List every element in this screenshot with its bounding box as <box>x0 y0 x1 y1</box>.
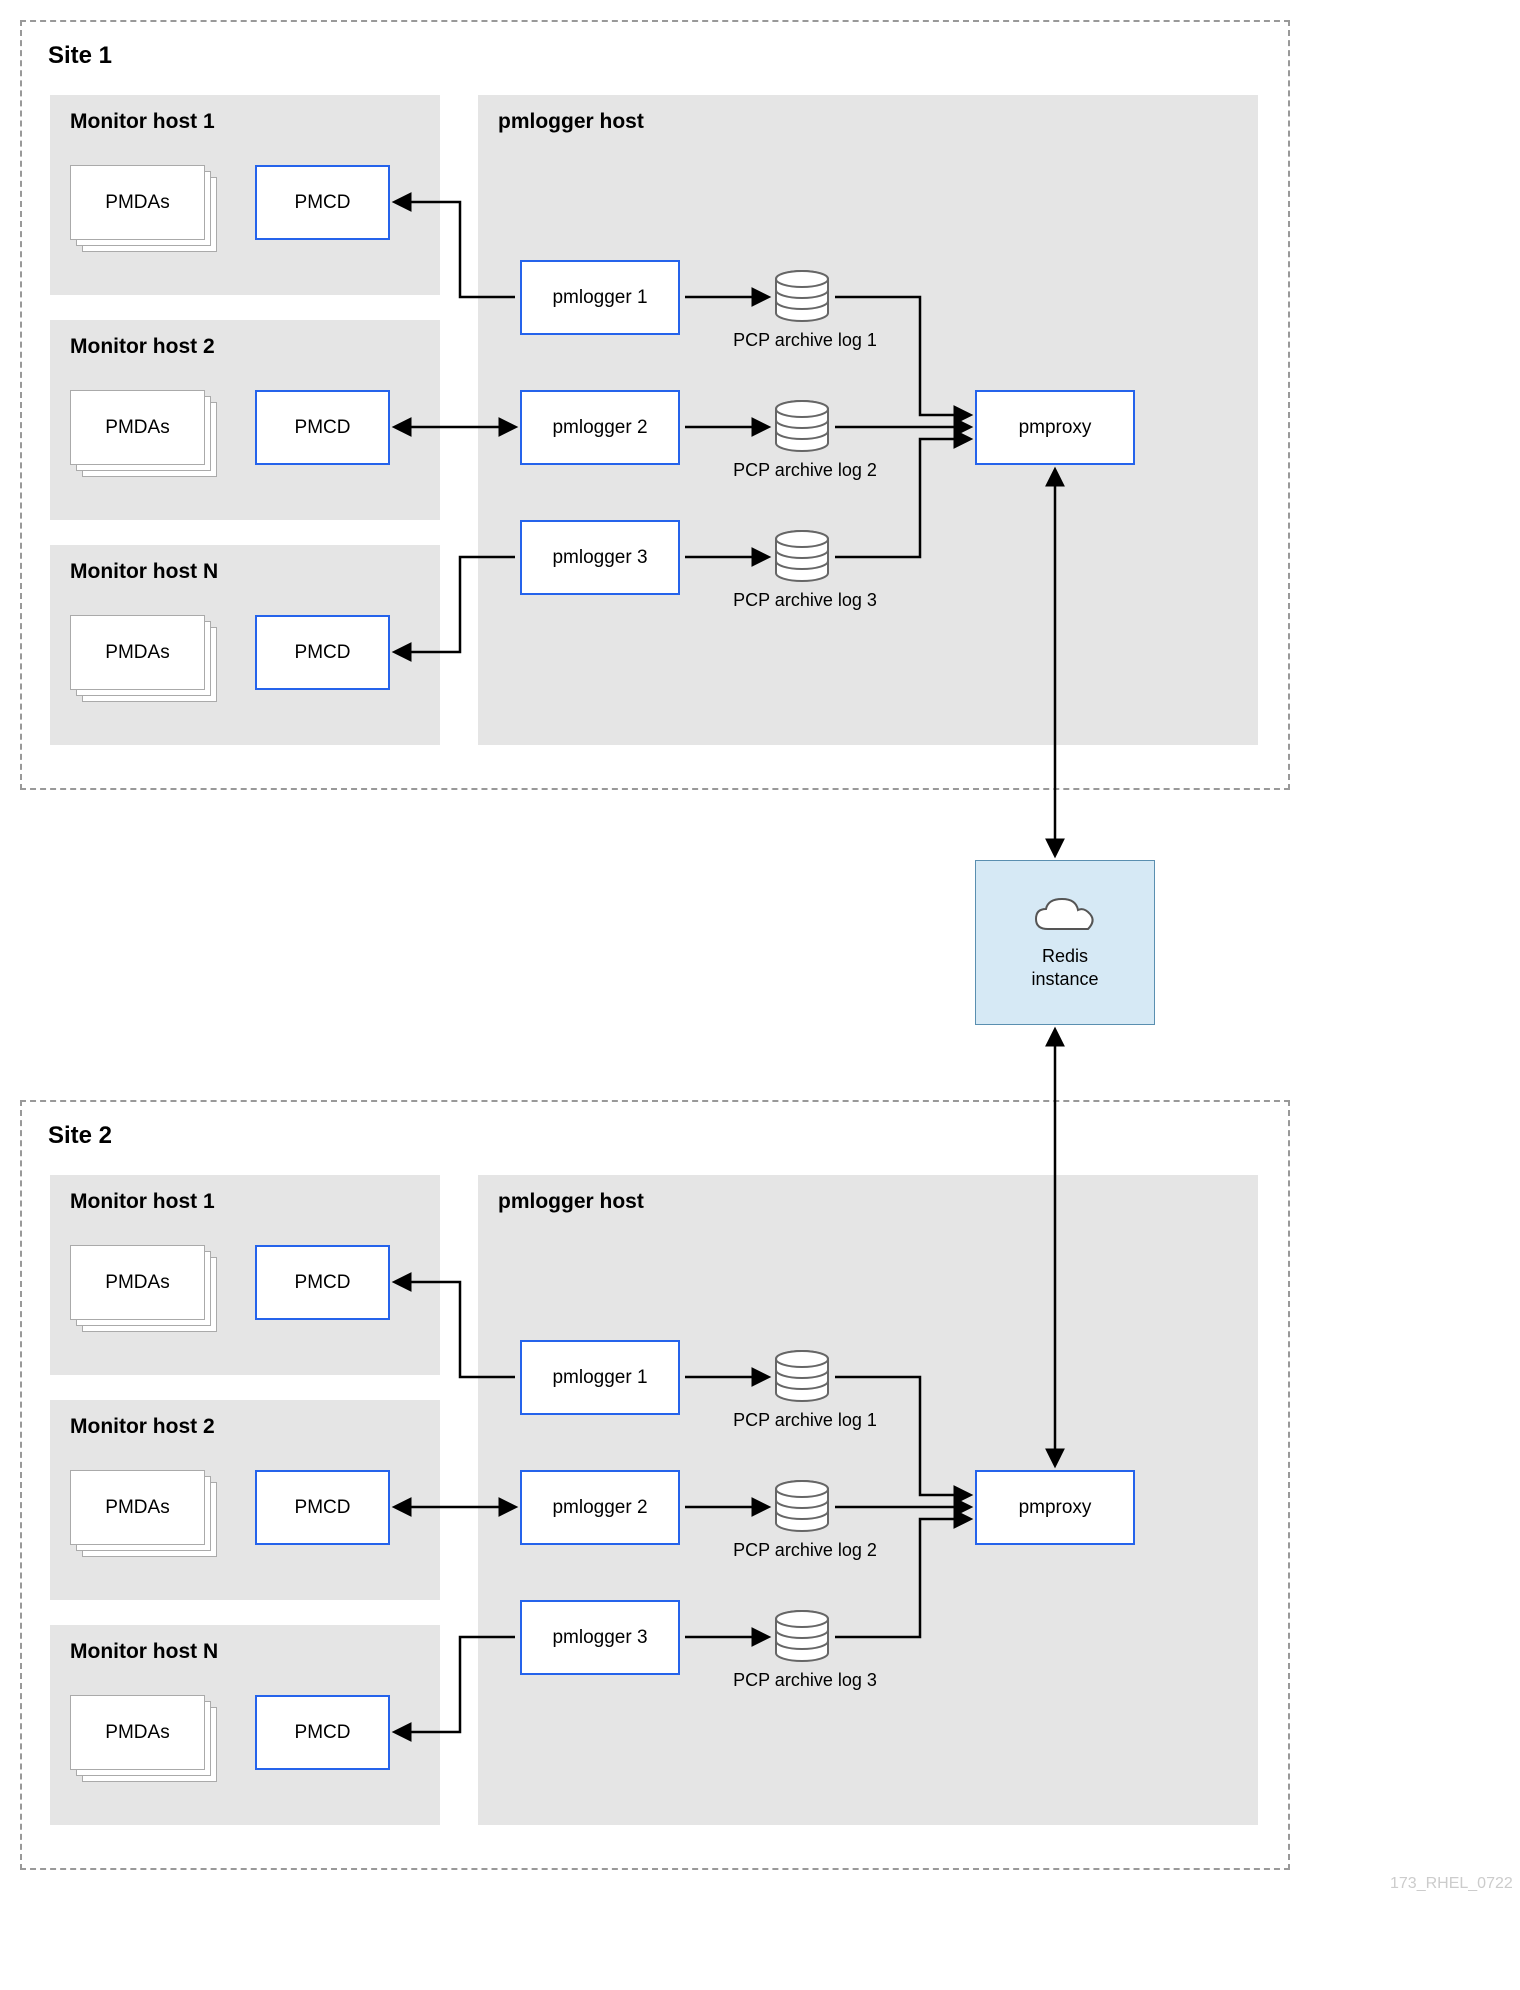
archive-label-2-3: PCP archive log 3 <box>720 1670 890 1691</box>
monitor-host-1-title: Monitor host 1 <box>70 110 215 134</box>
pmdas-node: PMDAs <box>70 615 205 690</box>
pmlogger-1-2: pmlogger 2 <box>520 390 680 465</box>
pmcd-node-1-1: PMCD <box>255 165 390 240</box>
pmproxy-2: pmproxy <box>975 1470 1135 1545</box>
archive-label-1-3: PCP archive log 3 <box>720 590 890 611</box>
diagram-caption: 173_RHEL_0722 <box>1390 1875 1513 1893</box>
database-icon <box>773 1610 831 1662</box>
pmdas-stack-2-1: PMDAs <box>70 1245 205 1320</box>
pmdas-node: PMDAs <box>70 1695 205 1770</box>
database-icon <box>773 400 831 452</box>
pmlogger-1-1: pmlogger 1 <box>520 260 680 335</box>
database-icon <box>773 530 831 582</box>
pmlogger-2-3: pmlogger 3 <box>520 1600 680 1675</box>
architecture-diagram: Site 1 Monitor host 1 PMDAs PMCD Monitor… <box>20 20 1500 1970</box>
pmcd-node-2-1: PMCD <box>255 1245 390 1320</box>
pmdas-node: PMDAs <box>70 1470 205 1545</box>
pmcd-node-2-2: PMCD <box>255 1470 390 1545</box>
pmdas-stack-1-1: PMDAs <box>70 165 205 240</box>
pmlogger-2-1: pmlogger 1 <box>520 1340 680 1415</box>
pmlogger-host-2-title: pmlogger host <box>498 1190 644 1214</box>
pmdas-node: PMDAs <box>70 1245 205 1320</box>
pmdas-stack-2-2: PMDAs <box>70 1470 205 1545</box>
site-1-title: Site 1 <box>48 42 112 70</box>
database-icon <box>773 270 831 322</box>
redis-instance-box: Redisinstance <box>975 860 1155 1025</box>
archive-label-1-1: PCP archive log 1 <box>720 330 890 351</box>
pmdas-stack-1-n: PMDAs <box>70 615 205 690</box>
monitor-host-2-title-s2: Monitor host 2 <box>70 1415 215 1439</box>
pmdas-node: PMDAs <box>70 165 205 240</box>
monitor-host-n-title-s2: Monitor host N <box>70 1640 218 1664</box>
pmdas-stack-1-2: PMDAs <box>70 390 205 465</box>
monitor-host-2-title: Monitor host 2 <box>70 335 215 359</box>
site-2-title: Site 2 <box>48 1122 112 1150</box>
pmcd-node-1-2: PMCD <box>255 390 390 465</box>
archive-label-2-2: PCP archive log 2 <box>720 1540 890 1561</box>
pmproxy-1: pmproxy <box>975 390 1135 465</box>
archive-label-1-2: PCP archive log 2 <box>720 460 890 481</box>
monitor-host-1-title-s2: Monitor host 1 <box>70 1190 215 1214</box>
pmcd-node-2-n: PMCD <box>255 1695 390 1770</box>
database-icon <box>773 1480 831 1532</box>
pmlogger-2-2: pmlogger 2 <box>520 1470 680 1545</box>
pmcd-node-1-n: PMCD <box>255 615 390 690</box>
pmlogger-host-1-title: pmlogger host <box>498 110 644 134</box>
pmdas-node: PMDAs <box>70 390 205 465</box>
database-icon <box>773 1350 831 1402</box>
archive-label-2-1: PCP archive log 1 <box>720 1410 890 1431</box>
cloud-icon <box>1030 894 1100 939</box>
pmdas-stack-2-n: PMDAs <box>70 1695 205 1770</box>
pmlogger-1-3: pmlogger 3 <box>520 520 680 595</box>
redis-label: Redisinstance <box>1031 945 1098 992</box>
monitor-host-n-title: Monitor host N <box>70 560 218 584</box>
